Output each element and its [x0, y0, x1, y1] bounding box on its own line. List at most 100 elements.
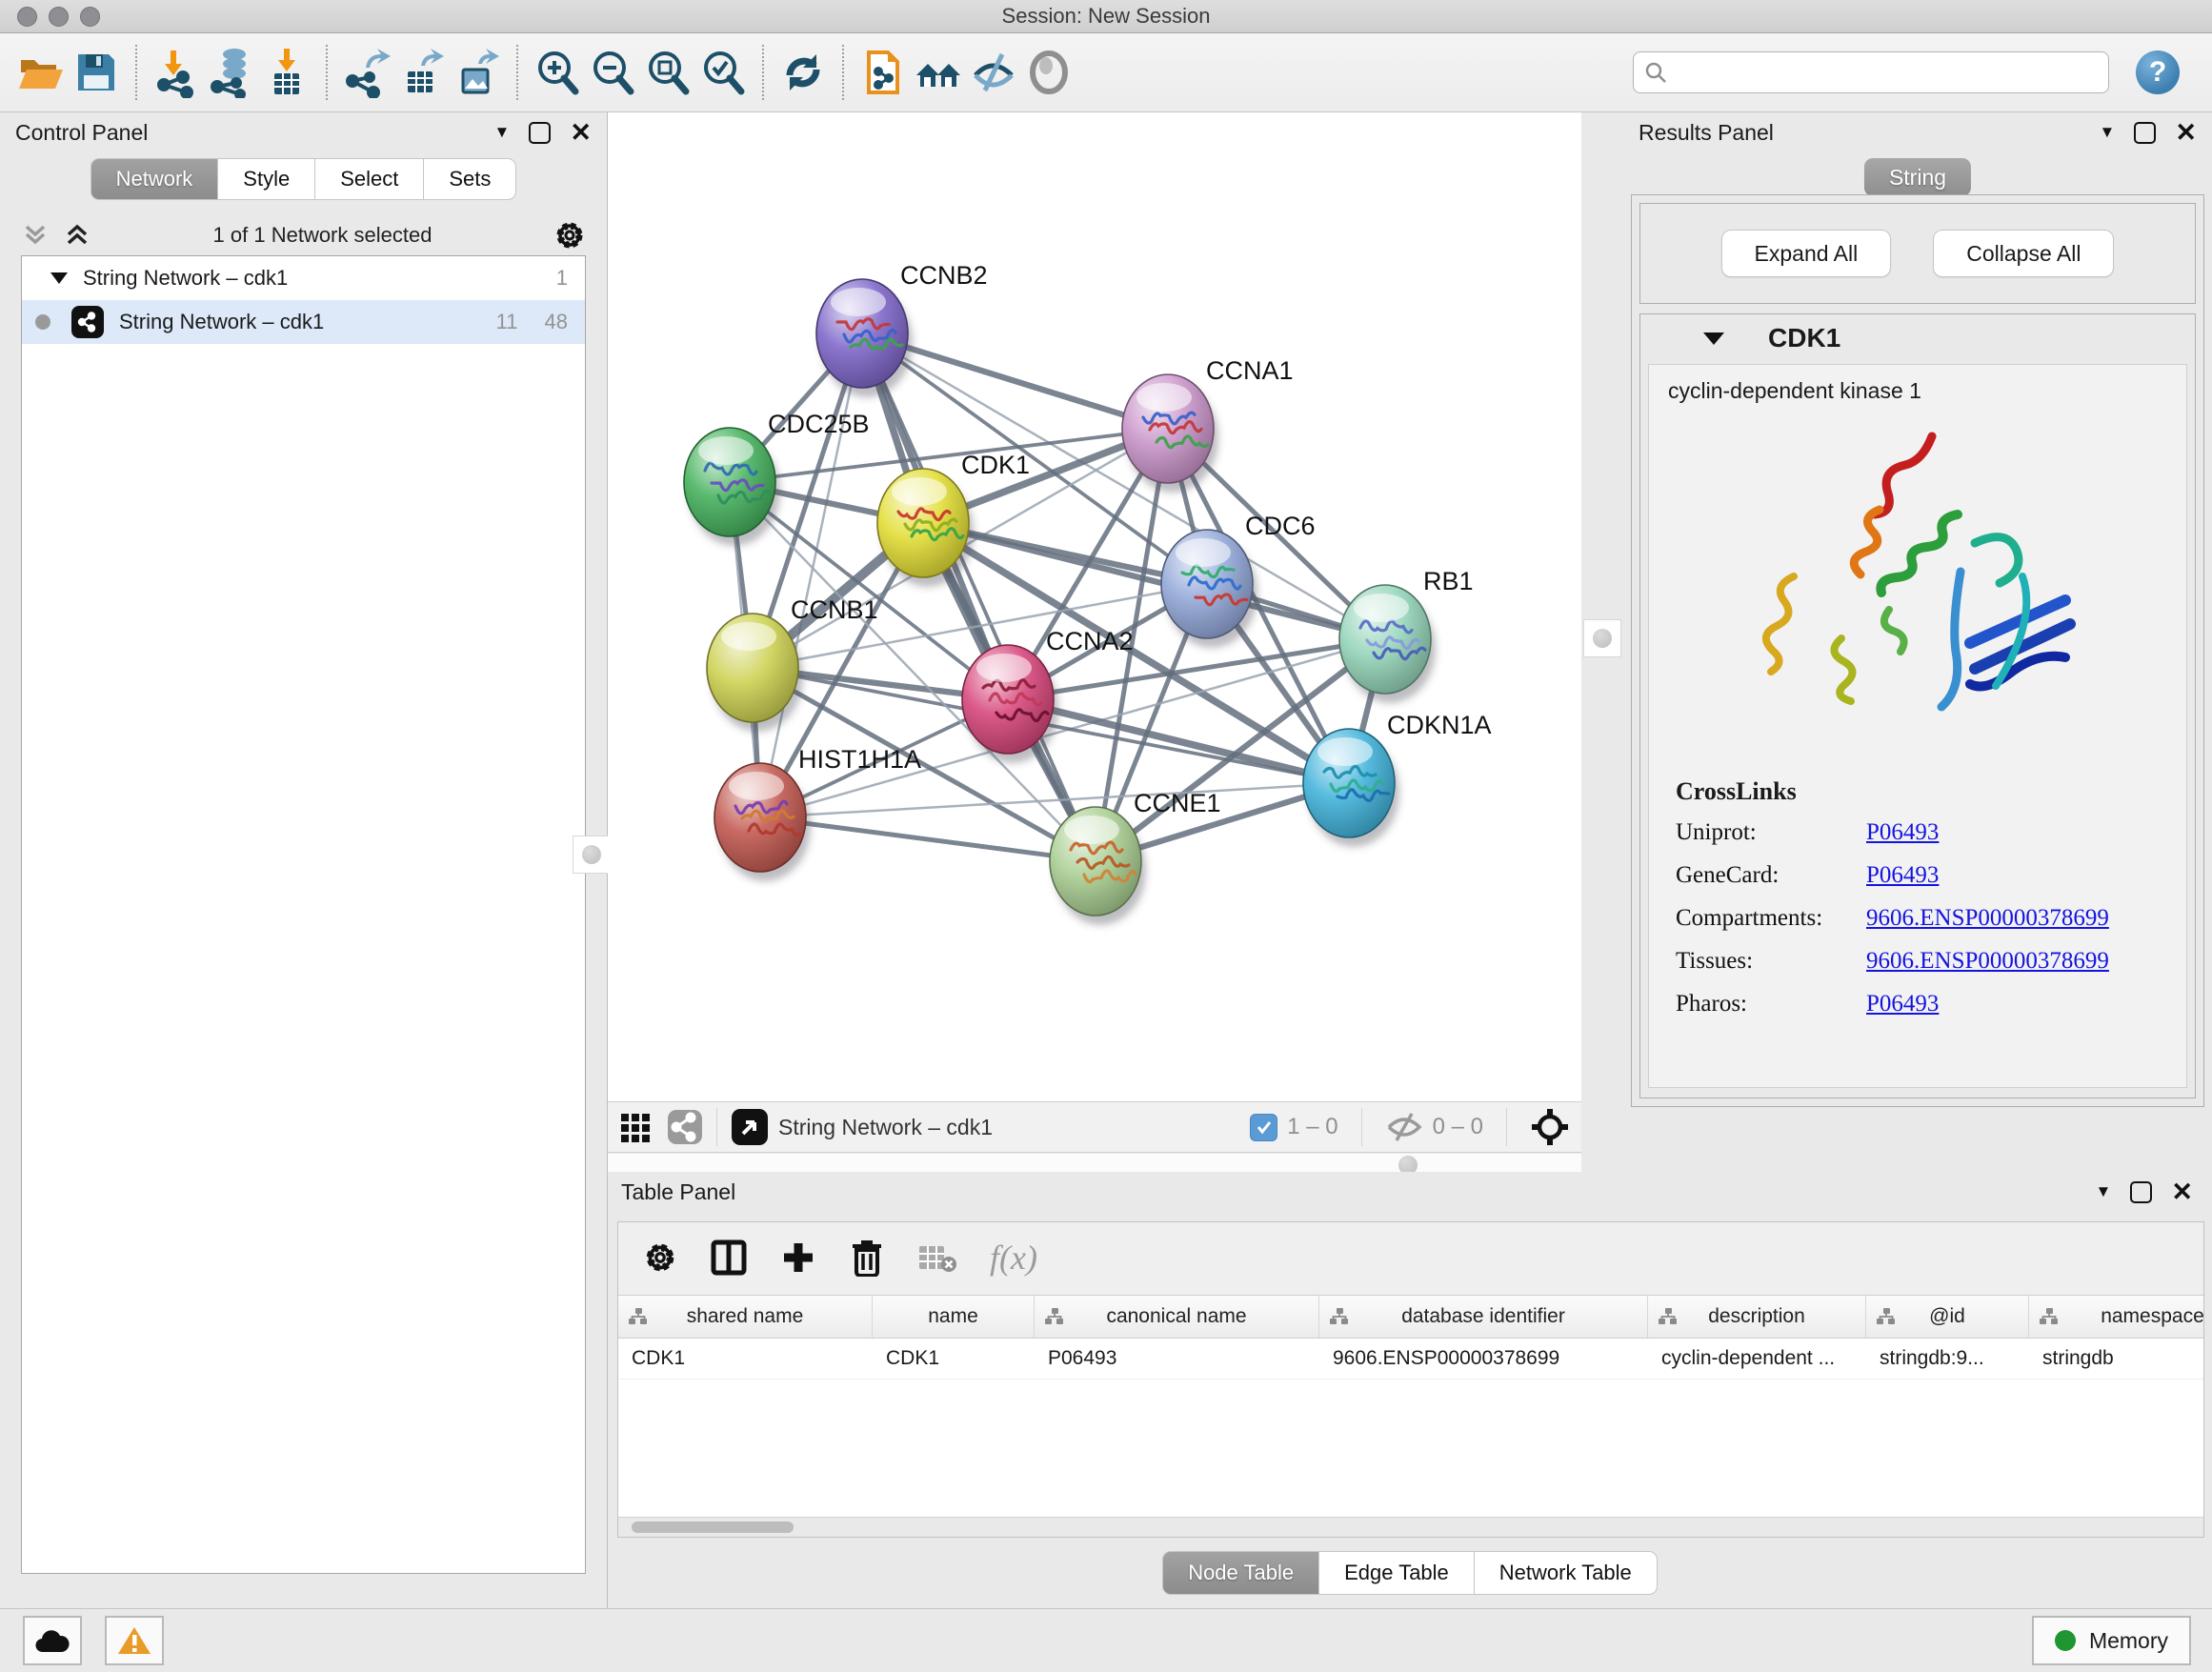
network-node-CCNA1[interactable]: CCNA1: [1122, 356, 1294, 493]
column-header-@id[interactable]: @id: [1866, 1296, 2029, 1338]
network-node-CCNB1[interactable]: CCNB1: [707, 595, 878, 732]
tab-edge-table[interactable]: Edge Table: [1319, 1551, 1475, 1595]
cloud-status-button[interactable]: [23, 1616, 82, 1665]
crosslink-label: Uniprot:: [1676, 819, 1866, 846]
panel-close-button[interactable]: ✕: [570, 120, 592, 146]
search-input[interactable]: [1668, 54, 2099, 91]
vertical-splitter[interactable]: [1581, 112, 1623, 1172]
memory-button[interactable]: Memory: [2032, 1616, 2191, 1665]
panel-maximize-button[interactable]: [2130, 1181, 2152, 1203]
tab-network-table[interactable]: Network Table: [1475, 1551, 1658, 1595]
section-collapse-icon[interactable]: [1703, 332, 1724, 345]
network-node-CCNB2[interactable]: CCNB2: [816, 261, 988, 397]
network-edge-CCNB2-CCNE1[interactable]: [862, 333, 1096, 861]
tab-string[interactable]: String: [1864, 158, 1971, 196]
network-node-CDC6[interactable]: CDC6: [1161, 512, 1316, 648]
export-image-button[interactable]: [450, 45, 505, 100]
right-splitter-handle[interactable]: [1583, 619, 1621, 657]
column-header-description[interactable]: description: [1648, 1296, 1866, 1338]
import-network-file-button[interactable]: [149, 45, 204, 100]
collapse-all-chevron-icon[interactable]: [21, 223, 50, 248]
panel-float-button[interactable]: ▼: [494, 123, 511, 142]
refresh-view-button[interactable]: [775, 45, 831, 100]
collapse-all-button[interactable]: Collapse All: [1933, 230, 2114, 277]
table-cell[interactable]: cyclin-dependent ...: [1648, 1339, 1866, 1379]
column-header-name[interactable]: name: [873, 1296, 1035, 1338]
network-node-CDC25B[interactable]: CDC25B: [684, 410, 870, 546]
table-cell[interactable]: stringdb:9...: [1866, 1339, 2029, 1379]
tab-sets[interactable]: Sets: [424, 158, 516, 200]
table-horizontal-scrollbar[interactable]: [618, 1517, 2203, 1537]
zoom-out-button[interactable]: [585, 45, 640, 100]
warnings-button[interactable]: [105, 1616, 164, 1665]
import-network-database-button[interactable]: [204, 45, 259, 100]
panel-close-button[interactable]: ✕: [2171, 1179, 2193, 1205]
gene-section-header[interactable]: CDK1: [1640, 314, 2195, 362]
tab-select[interactable]: Select: [315, 158, 424, 200]
panel-float-button[interactable]: ▼: [2100, 123, 2116, 142]
tab-style[interactable]: Style: [218, 158, 315, 200]
save-session-button[interactable]: [69, 45, 124, 100]
network-collection-row[interactable]: String Network – cdk1 1: [22, 256, 585, 300]
panel-close-button[interactable]: ✕: [2175, 120, 2197, 146]
panel-float-button[interactable]: ▼: [2096, 1182, 2112, 1201]
table-cell[interactable]: CDK1: [618, 1339, 873, 1379]
table-cell[interactable]: CDK1: [873, 1339, 1035, 1379]
expand-all-button[interactable]: Expand All: [1721, 230, 1892, 277]
panel-maximize-button[interactable]: [529, 122, 551, 144]
create-column-plus-icon[interactable]: [780, 1239, 816, 1276]
panel-maximize-button[interactable]: [2134, 122, 2156, 144]
column-header-database-identifier[interactable]: database identifier: [1319, 1296, 1648, 1338]
zoom-in-button[interactable]: [530, 45, 585, 100]
hide-glass-button[interactable]: [966, 45, 1021, 100]
tab-node-table[interactable]: Node Table: [1162, 1551, 1319, 1595]
column-header-shared-name[interactable]: shared name: [618, 1296, 873, 1338]
network-node-CDKN1A[interactable]: CDKN1A: [1303, 711, 1492, 847]
selected-checkbox[interactable]: [1250, 1114, 1277, 1141]
crosslink-link[interactable]: 9606.ENSP00000378699: [1866, 905, 2109, 932]
node-table-box: f(x) shared namenamecanonical namedataba…: [617, 1221, 2204, 1538]
column-header-namespace[interactable]: namespace: [2029, 1296, 2204, 1338]
table-options-gear-icon[interactable]: [643, 1240, 677, 1275]
expand-all-chevron-icon[interactable]: [63, 223, 91, 248]
home-networks-button[interactable]: [911, 45, 966, 100]
network-edge-CDK1-RB1[interactable]: [923, 523, 1385, 639]
crosslink-link[interactable]: P06493: [1866, 991, 1939, 1017]
zoom-fit-button[interactable]: [640, 45, 695, 100]
zoom-selected-button[interactable]: [695, 45, 751, 100]
delete-column-trash-icon[interactable]: [849, 1239, 885, 1277]
crosslink-link[interactable]: P06493: [1866, 862, 1939, 889]
show-columns-icon[interactable]: [710, 1239, 748, 1277]
table-cell[interactable]: stringdb: [2029, 1339, 2204, 1379]
network-canvas[interactable]: CCNB2 CCNA1 CDC25BCDK1 CDC6RB1 CCNB1 CCNA2 CDK…: [608, 112, 1581, 1101]
table-cell[interactable]: 9606.ENSP00000378699: [1319, 1339, 1648, 1379]
string-view-icon[interactable]: [667, 1109, 703, 1145]
node-navigator-crosshair-icon[interactable]: [1530, 1107, 1570, 1147]
results-panel-header: Results Panel ▼ ✕: [1623, 112, 2212, 152]
tab-network[interactable]: Network: [90, 158, 219, 200]
import-table-button[interactable]: [259, 45, 314, 100]
show-glass-button[interactable]: [1021, 45, 1076, 100]
crosslink-link[interactable]: P06493: [1866, 819, 1939, 846]
left-splitter-handle[interactable]: [573, 836, 611, 874]
network-row[interactable]: String Network – cdk1 11 48: [22, 300, 585, 344]
export-table-button[interactable]: [394, 45, 450, 100]
scrollbar-thumb[interactable]: [632, 1521, 794, 1533]
crosslink-link[interactable]: 9606.ENSP00000378699: [1866, 948, 2109, 975]
birds-eye-grid-icon[interactable]: [619, 1110, 654, 1144]
open-session-button[interactable]: [13, 45, 69, 100]
network-node-CCNE1[interactable]: CCNE1: [1050, 789, 1221, 925]
help-button[interactable]: ?: [2136, 50, 2180, 94]
network-node-RB1[interactable]: RB1: [1339, 567, 1474, 703]
open-in-window-icon[interactable]: [731, 1108, 769, 1146]
network-options-gear-icon[interactable]: [553, 219, 586, 252]
export-network-file-button[interactable]: [339, 45, 394, 100]
column-header-canonical-name[interactable]: canonical name: [1035, 1296, 1319, 1338]
table-row[interactable]: CDK1CDK1P064939606.ENSP00000378699cyclin…: [618, 1339, 2203, 1380]
node-label-CCNA2: CCNA2: [1046, 627, 1134, 655]
collection-expander-icon[interactable]: [50, 272, 68, 284]
table-cell[interactable]: P06493: [1035, 1339, 1319, 1379]
network-from-document-button[interactable]: [855, 45, 911, 100]
network-node-CDK1[interactable]: CDK1: [877, 451, 1030, 587]
control-panel-header: Control Panel ▼ ✕: [0, 112, 607, 152]
